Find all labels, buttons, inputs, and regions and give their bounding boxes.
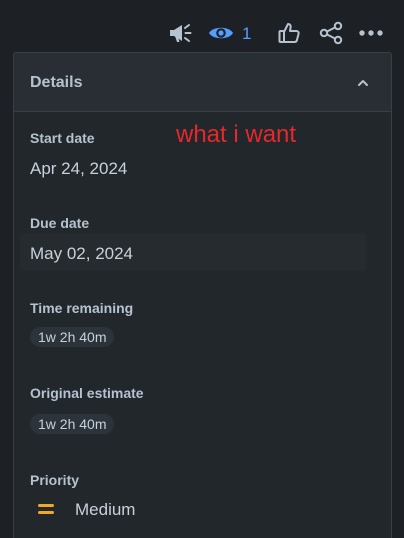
vote-button[interactable] [276, 19, 302, 47]
thumbs-up-icon [277, 21, 301, 45]
priority-medium-icon [38, 502, 54, 514]
issue-toolbar: 1 [0, 0, 404, 52]
time-remaining-value[interactable]: 1w 2h 40m [30, 327, 115, 347]
details-panel: Details what i want Start date Apr 24, 2… [13, 52, 392, 538]
start-date-value[interactable]: Apr 24, 2024 [30, 159, 127, 179]
details-title: Details [30, 74, 83, 91]
original-estimate-label: Original estimate [30, 385, 144, 401]
watchers-count: 1 [242, 23, 252, 43]
original-estimate-value[interactable]: 1w 2h 40m [30, 414, 115, 434]
due-date-value: May 02, 2024 [30, 244, 134, 263]
watch-button[interactable]: 1 [208, 19, 256, 47]
details-header[interactable]: Details [14, 53, 391, 112]
chevron-up-icon[interactable] [357, 76, 369, 88]
more-actions-button[interactable] [357, 19, 385, 47]
share-button[interactable] [317, 19, 345, 47]
issue-sidebar: 1 Details what i want Start date Apr 24,… [0, 0, 404, 538]
due-date-field[interactable]: May 02, 2024 [20, 233, 366, 271]
feedback-button[interactable] [166, 19, 194, 47]
priority-label: Priority [30, 472, 80, 488]
eye-icon [208, 23, 234, 43]
due-date-label: Due date [30, 215, 90, 231]
share-icon [318, 21, 344, 45]
time-remaining-label: Time remaining [30, 300, 134, 316]
priority-value[interactable]: Medium [75, 500, 135, 520]
start-date-label: Start date [30, 130, 95, 146]
megaphone-icon [167, 21, 193, 45]
annotation-text: what i want [176, 121, 297, 148]
more-icon [358, 29, 384, 37]
